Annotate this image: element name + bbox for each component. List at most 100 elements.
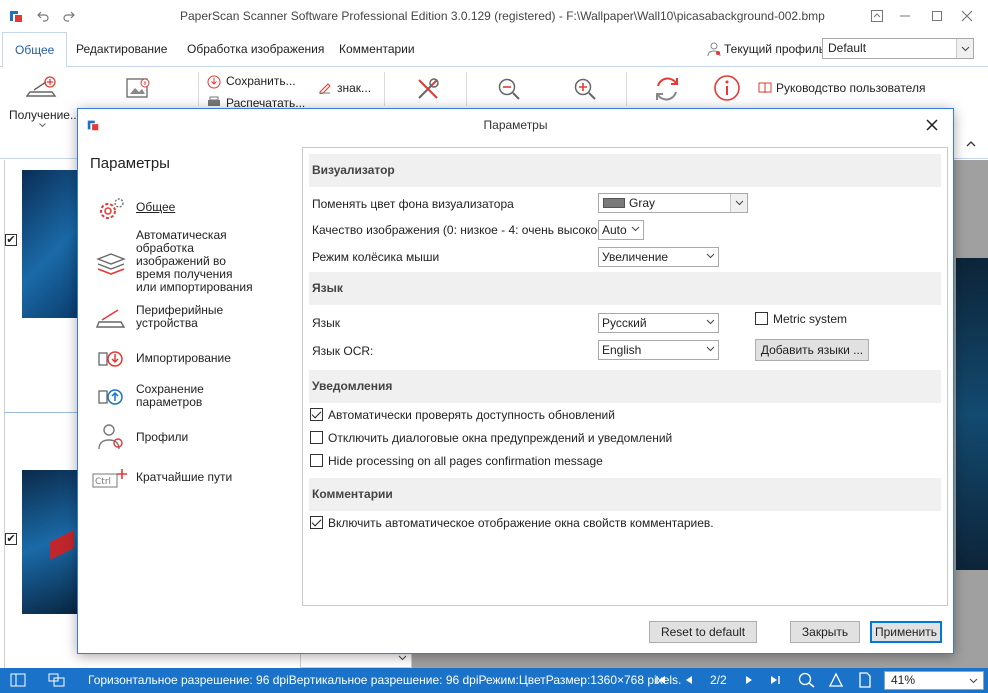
image-info-icon[interactable] [124, 76, 152, 102]
apply-button[interactable]: Применить [870, 621, 942, 643]
chevron-down-icon [398, 655, 407, 661]
language-select[interactable]: Русский [598, 313, 719, 333]
page-thumbnail[interactable] [22, 170, 82, 318]
scanner-icon [96, 304, 126, 334]
zoom-out-icon[interactable] [497, 77, 521, 101]
page-checkbox[interactable]: ✔ [5, 234, 17, 246]
nav-item-shortcuts[interactable]: Ctrl Кратчайшие пути [92, 467, 292, 491]
tab-general[interactable]: Общее [2, 32, 68, 67]
metric-system-label: Metric system [773, 312, 848, 326]
undo-button[interactable] [30, 4, 56, 28]
bg-color-select[interactable]: Gray [598, 193, 748, 213]
check-updates-checkbox[interactable] [310, 408, 323, 421]
collapse-ribbon-icon[interactable] [966, 140, 976, 147]
nav-label-save-settings: Сохранение параметров [136, 382, 204, 409]
metric-system-checkbox[interactable] [755, 312, 768, 325]
profile-label: Текущий профиль: [724, 42, 829, 56]
section-notifications-title: Уведомления [312, 379, 393, 393]
chevron-down-icon [730, 194, 747, 212]
wheel-mode-select[interactable]: Увеличение [598, 247, 719, 267]
minimize-button[interactable] [892, 4, 918, 28]
restore-ribbon-button[interactable] [864, 4, 890, 28]
hide-processing-label: Hide processing on all pages confirmatio… [328, 454, 603, 468]
ocr-language-value: English [602, 343, 642, 357]
last-page-icon[interactable] [770, 675, 780, 685]
actual-size-icon[interactable] [798, 672, 816, 688]
disable-warnings-checkbox[interactable] [310, 431, 323, 444]
user-manual-button[interactable]: Руководство пользователя [776, 81, 925, 95]
watermark-button[interactable]: знак... [337, 81, 371, 95]
tab-image-processing[interactable]: Обработка изображения [175, 32, 336, 66]
acquire-button[interactable]: Получение... [9, 108, 80, 122]
import-icon [96, 345, 126, 375]
nav-item-general[interactable]: Общее [92, 195, 292, 225]
disable-warnings-label: Отключить диалоговые окна предупреждений… [328, 431, 673, 445]
bg-color-label: Поменять цвет фона визуализатора [312, 197, 514, 211]
color-swatch [603, 198, 625, 208]
ocr-language-select[interactable]: English [598, 340, 719, 360]
pages-icon[interactable] [48, 673, 66, 687]
nav-item-import[interactable]: Импортирование [92, 345, 292, 373]
first-page-icon[interactable] [656, 675, 666, 685]
redo-button[interactable] [56, 4, 82, 28]
close-icon [926, 119, 938, 131]
profile-icon [706, 41, 722, 57]
profile-value: Default [828, 41, 867, 55]
page-checkbox[interactable]: ✔ [5, 533, 17, 545]
fit-page-icon[interactable] [858, 672, 872, 688]
nav-item-devices[interactable]: Периферийные устройства [92, 304, 292, 332]
stack-icon [96, 249, 126, 279]
comment-props-label: Включить автоматическое отображение окна… [328, 516, 714, 530]
ribbon-separator [466, 72, 467, 106]
svg-text:Ctrl: Ctrl [95, 477, 111, 487]
section-viewer-title: Визуализатор [312, 163, 395, 177]
zoom-select[interactable]: 41% [884, 671, 984, 690]
info-icon[interactable] [713, 74, 741, 102]
check-updates-label: Автоматически проверять доступность обно… [328, 408, 615, 422]
chevron-down-icon[interactable] [39, 123, 46, 128]
dialog-close-button[interactable] [918, 113, 946, 137]
comment-props-checkbox[interactable] [310, 516, 323, 529]
quality-select[interactable]: Auto [598, 220, 644, 240]
chevron-down-icon [706, 319, 715, 325]
chevron-down-icon [706, 346, 715, 352]
keyboard-shortcut-icon: Ctrl [92, 467, 132, 497]
section-language-title: Язык [312, 281, 343, 295]
reset-default-button[interactable]: Reset to default [649, 621, 757, 643]
language-value: Русский [602, 316, 647, 330]
nav-label-import: Импортирование [136, 351, 231, 365]
nav-item-auto-processing[interactable]: Автоматическая обработка изображений во … [92, 229, 292, 295]
panel-toggle-icon[interactable] [10, 673, 26, 687]
gear-icon [96, 195, 126, 225]
maximize-button[interactable] [924, 4, 950, 28]
profile-select[interactable]: Default [822, 38, 974, 59]
thumbnail-selection [4, 412, 84, 413]
settings-content: Визуализатор Поменять цвет фона визуализ… [302, 147, 948, 606]
nav-item-save-settings[interactable]: Сохранение параметров [92, 383, 292, 413]
refresh-icon[interactable] [652, 74, 682, 104]
nav-label-general: Общее [136, 200, 176, 214]
zoom-in-icon[interactable] [573, 77, 597, 101]
next-page-icon[interactable] [744, 675, 754, 685]
fit-width-icon[interactable] [828, 672, 844, 688]
close-window-button[interactable] [954, 4, 980, 28]
ribbon-separator [626, 72, 627, 106]
close-button[interactable]: Закрыть [790, 621, 860, 643]
watermark-icon [318, 80, 332, 94]
chevron-down-icon [956, 39, 973, 58]
add-languages-button[interactable]: Добавить языки ... [755, 339, 869, 361]
previous-page-icon[interactable] [684, 675, 694, 685]
image-preview [956, 258, 988, 570]
tools-icon[interactable] [414, 75, 442, 103]
page-thumbnail[interactable] [22, 470, 82, 614]
hide-processing-checkbox[interactable] [310, 454, 323, 467]
save-icon [207, 75, 221, 89]
tab-edit[interactable]: Редактирование [64, 32, 179, 66]
section-comments-title: Комментарии [312, 487, 393, 501]
section-language: Язык [309, 272, 941, 305]
quality-value: Auto [602, 223, 627, 237]
nav-item-profiles[interactable]: Профили [92, 421, 292, 451]
save-button[interactable]: Сохранить... [226, 74, 296, 88]
tab-comments[interactable]: Комментарии [327, 32, 427, 66]
wheel-mode-label: Режим колёсика мыши [312, 250, 440, 264]
